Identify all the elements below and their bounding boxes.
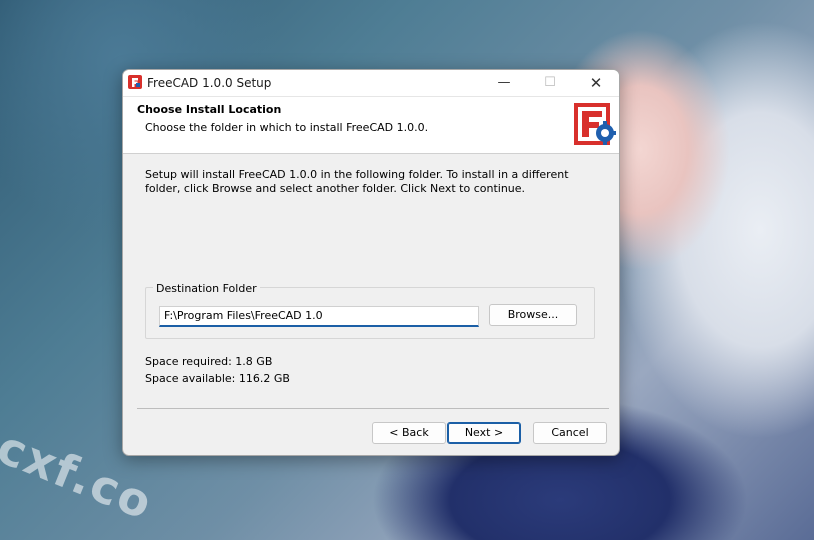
space-available: Space available: 116.2 GB [145, 372, 290, 385]
title-bar[interactable]: FreeCAD 1.0.0 Setup — ☐ ✕ [123, 70, 619, 97]
setup-window: FreeCAD 1.0.0 Setup — ☐ ✕ Choose Install… [122, 69, 620, 456]
freecad-logo-icon [128, 75, 142, 89]
freecad-logo-icon [574, 103, 616, 145]
footer-divider [137, 408, 609, 409]
page-subtitle: Choose the folder in which to install Fr… [145, 121, 429, 134]
page-header: Choose Install Location Choose the folde… [123, 97, 619, 154]
next-button[interactable]: Next > [447, 422, 521, 444]
page-title: Choose Install Location [137, 103, 282, 116]
space-required: Space required: 1.8 GB [145, 355, 273, 368]
minimize-button[interactable]: — [481, 70, 527, 96]
browse-button[interactable]: Browse... [489, 304, 577, 326]
destination-folder-label: Destination Folder [153, 282, 260, 295]
maximize-button[interactable]: ☐ [527, 70, 573, 96]
install-path-input[interactable]: F:\Program Files\FreeCAD 1.0 [159, 306, 479, 327]
close-button[interactable]: ✕ [573, 70, 619, 96]
back-button[interactable]: < Back [372, 422, 446, 444]
install-description: Setup will install FreeCAD 1.0.0 in the … [145, 168, 569, 195]
window-title: FreeCAD 1.0.0 Setup [147, 76, 272, 90]
cancel-button[interactable]: Cancel [533, 422, 607, 444]
